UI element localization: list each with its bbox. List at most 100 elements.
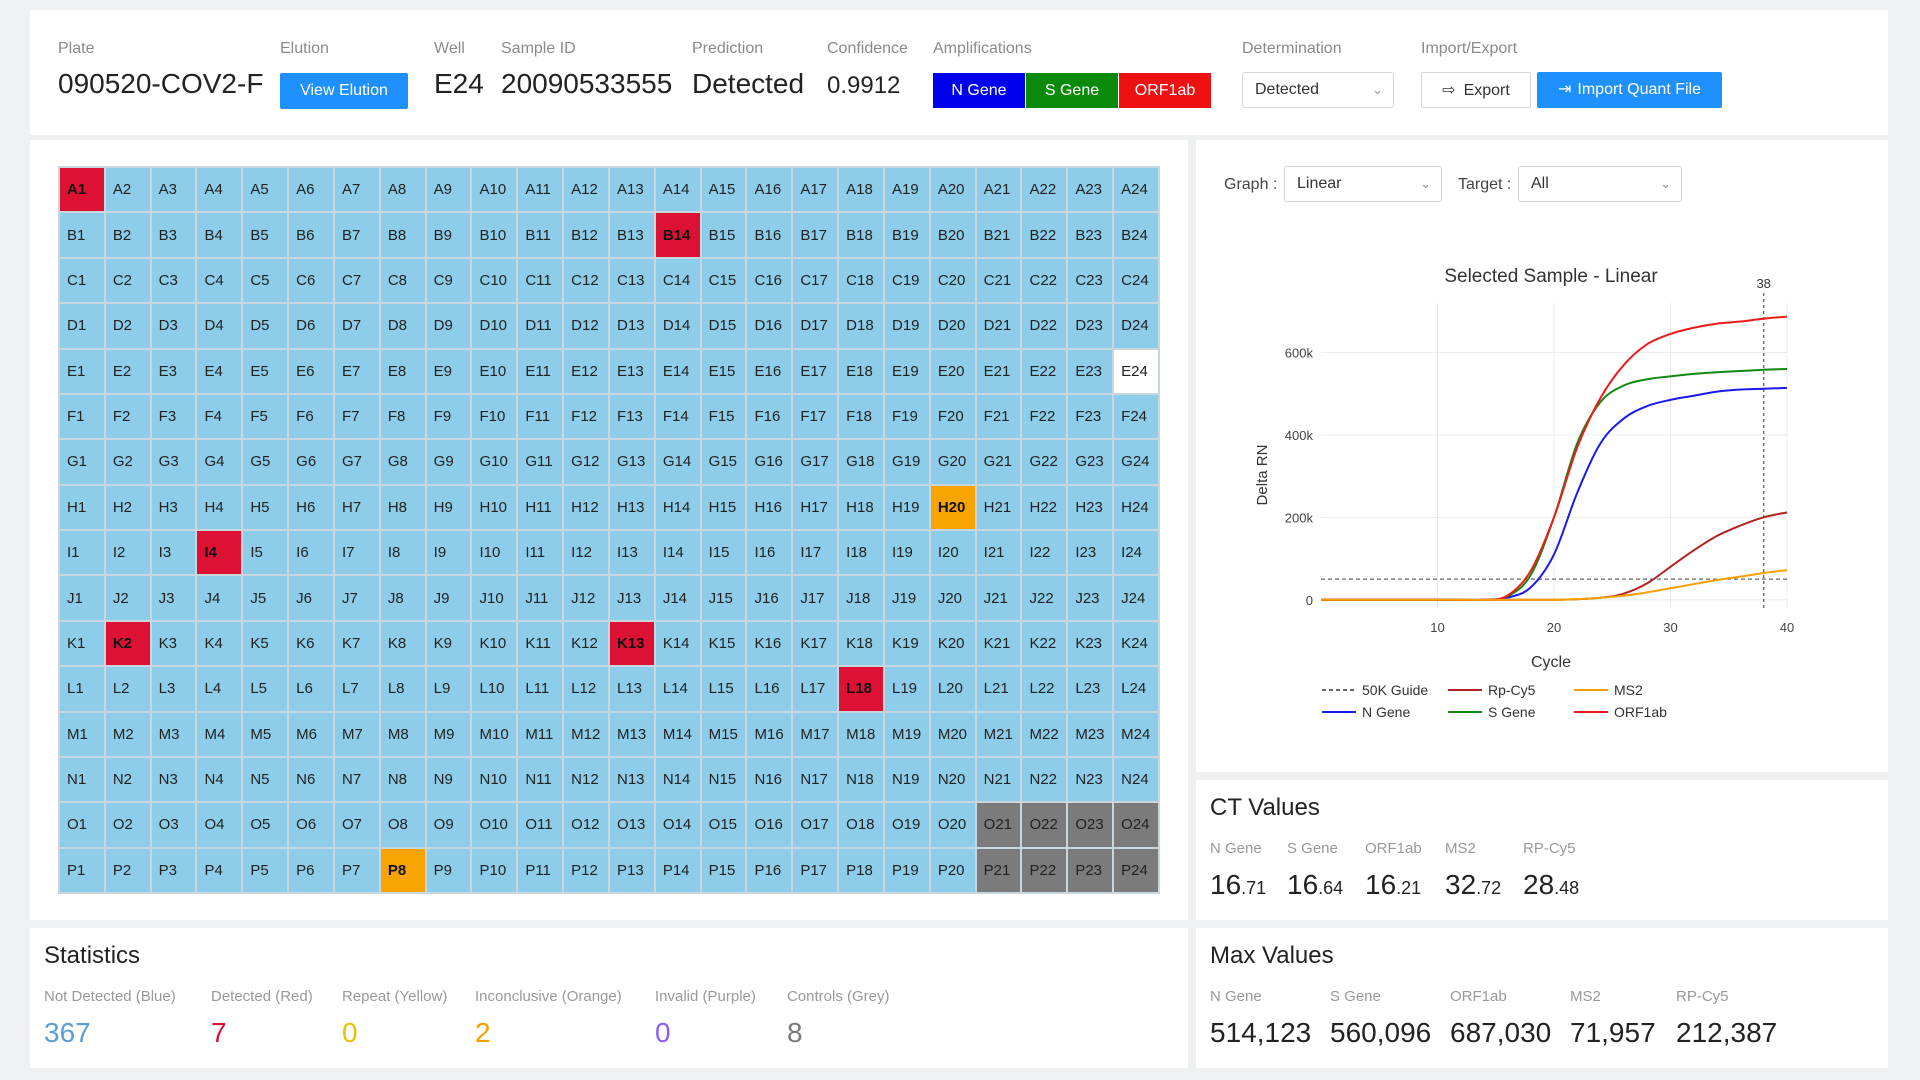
well-e16[interactable]: E16	[747, 349, 792, 393]
well-a14[interactable]: A14	[655, 168, 700, 212]
well-i10[interactable]: I10	[472, 531, 517, 575]
well-h7[interactable]: H7	[334, 485, 379, 529]
well-l18[interactable]: L18	[839, 667, 883, 711]
well-m15[interactable]: M15	[701, 712, 746, 756]
well-g18[interactable]: G18	[839, 440, 883, 484]
well-g6[interactable]: G6	[289, 440, 333, 484]
well-l15[interactable]: L15	[701, 667, 746, 711]
well-b9[interactable]: B9	[426, 213, 471, 257]
well-a19[interactable]: A19	[884, 168, 929, 212]
well-a10[interactable]: A10	[472, 168, 517, 212]
well-f11[interactable]: F11	[518, 394, 563, 439]
well-h4[interactable]: H4	[197, 485, 242, 529]
well-d2[interactable]: D2	[105, 304, 150, 348]
well-c1[interactable]: C1	[60, 258, 104, 303]
well-h14[interactable]: H14	[655, 485, 700, 529]
well-a13[interactable]: A13	[609, 168, 654, 212]
well-m16[interactable]: M16	[747, 712, 792, 756]
well-g13[interactable]: G13	[609, 440, 654, 484]
well-f7[interactable]: F7	[334, 394, 379, 439]
well-a15[interactable]: A15	[701, 168, 746, 212]
well-b18[interactable]: B18	[839, 213, 883, 257]
well-p3[interactable]: P3	[151, 848, 196, 892]
well-n8[interactable]: N8	[380, 757, 425, 802]
well-f4[interactable]: F4	[197, 394, 242, 439]
well-o5[interactable]: O5	[243, 803, 288, 847]
well-d7[interactable]: D7	[334, 304, 379, 348]
well-h13[interactable]: H13	[609, 485, 654, 529]
well-g2[interactable]: G2	[105, 440, 150, 484]
well-d19[interactable]: D19	[884, 304, 929, 348]
well-l14[interactable]: L14	[655, 667, 700, 711]
well-f13[interactable]: F13	[609, 394, 654, 439]
well-i11[interactable]: I11	[518, 531, 563, 575]
well-b21[interactable]: B21	[976, 213, 1021, 257]
well-j21[interactable]: J21	[976, 576, 1021, 620]
well-i20[interactable]: I20	[930, 531, 975, 575]
well-c13[interactable]: C13	[609, 258, 654, 303]
well-b13[interactable]: B13	[609, 213, 654, 257]
well-c8[interactable]: C8	[380, 258, 425, 303]
well-f21[interactable]: F21	[976, 394, 1021, 439]
well-l20[interactable]: L20	[930, 667, 975, 711]
well-a23[interactable]: A23	[1068, 168, 1113, 212]
well-e11[interactable]: E11	[518, 349, 563, 393]
well-i1[interactable]: I1	[60, 531, 104, 575]
well-l21[interactable]: L21	[976, 667, 1021, 711]
well-d4[interactable]: D4	[197, 304, 242, 348]
well-a21[interactable]: A21	[976, 168, 1021, 212]
well-f3[interactable]: F3	[151, 394, 196, 439]
well-a7[interactable]: A7	[334, 168, 379, 212]
well-p21[interactable]: P21	[976, 848, 1021, 892]
well-l13[interactable]: L13	[609, 667, 654, 711]
well-h22[interactable]: H22	[1022, 485, 1067, 529]
well-k17[interactable]: K17	[793, 621, 838, 666]
well-f20[interactable]: F20	[930, 394, 975, 439]
well-e9[interactable]: E9	[426, 349, 471, 393]
well-j20[interactable]: J20	[930, 576, 975, 620]
well-a20[interactable]: A20	[930, 168, 975, 212]
well-f1[interactable]: F1	[60, 394, 104, 439]
well-h24[interactable]: H24	[1114, 485, 1158, 529]
well-n5[interactable]: N5	[243, 757, 288, 802]
well-b16[interactable]: B16	[747, 213, 792, 257]
view-elution-button[interactable]: View Elution	[280, 73, 408, 109]
well-n13[interactable]: N13	[609, 757, 654, 802]
well-k9[interactable]: K9	[426, 621, 471, 666]
well-l6[interactable]: L6	[289, 667, 333, 711]
well-i18[interactable]: I18	[839, 531, 883, 575]
well-c20[interactable]: C20	[930, 258, 975, 303]
well-l23[interactable]: L23	[1068, 667, 1113, 711]
well-b8[interactable]: B8	[380, 213, 425, 257]
well-c19[interactable]: C19	[884, 258, 929, 303]
well-i8[interactable]: I8	[380, 531, 425, 575]
well-p9[interactable]: P9	[426, 848, 471, 892]
well-p18[interactable]: P18	[839, 848, 883, 892]
well-b1[interactable]: B1	[60, 213, 104, 257]
well-c10[interactable]: C10	[472, 258, 517, 303]
well-n21[interactable]: N21	[976, 757, 1021, 802]
well-b6[interactable]: B6	[289, 213, 333, 257]
well-n24[interactable]: N24	[1114, 757, 1158, 802]
well-l24[interactable]: L24	[1114, 667, 1158, 711]
well-f16[interactable]: F16	[747, 394, 792, 439]
well-d23[interactable]: D23	[1068, 304, 1113, 348]
well-n20[interactable]: N20	[930, 757, 975, 802]
well-c3[interactable]: C3	[151, 258, 196, 303]
well-m7[interactable]: M7	[334, 712, 379, 756]
well-g19[interactable]: G19	[884, 440, 929, 484]
well-g20[interactable]: G20	[930, 440, 975, 484]
import-quant-file-button[interactable]: ⇥ Import Quant File	[1537, 72, 1722, 108]
well-m22[interactable]: M22	[1022, 712, 1067, 756]
well-n2[interactable]: N2	[105, 757, 150, 802]
well-o13[interactable]: O13	[609, 803, 654, 847]
well-d18[interactable]: D18	[839, 304, 883, 348]
well-o11[interactable]: O11	[518, 803, 563, 847]
well-h8[interactable]: H8	[380, 485, 425, 529]
well-a1[interactable]: A1	[60, 168, 104, 212]
well-p10[interactable]: P10	[472, 848, 517, 892]
well-g12[interactable]: G12	[564, 440, 608, 484]
well-d8[interactable]: D8	[380, 304, 425, 348]
well-e22[interactable]: E22	[1022, 349, 1067, 393]
well-m5[interactable]: M5	[243, 712, 288, 756]
